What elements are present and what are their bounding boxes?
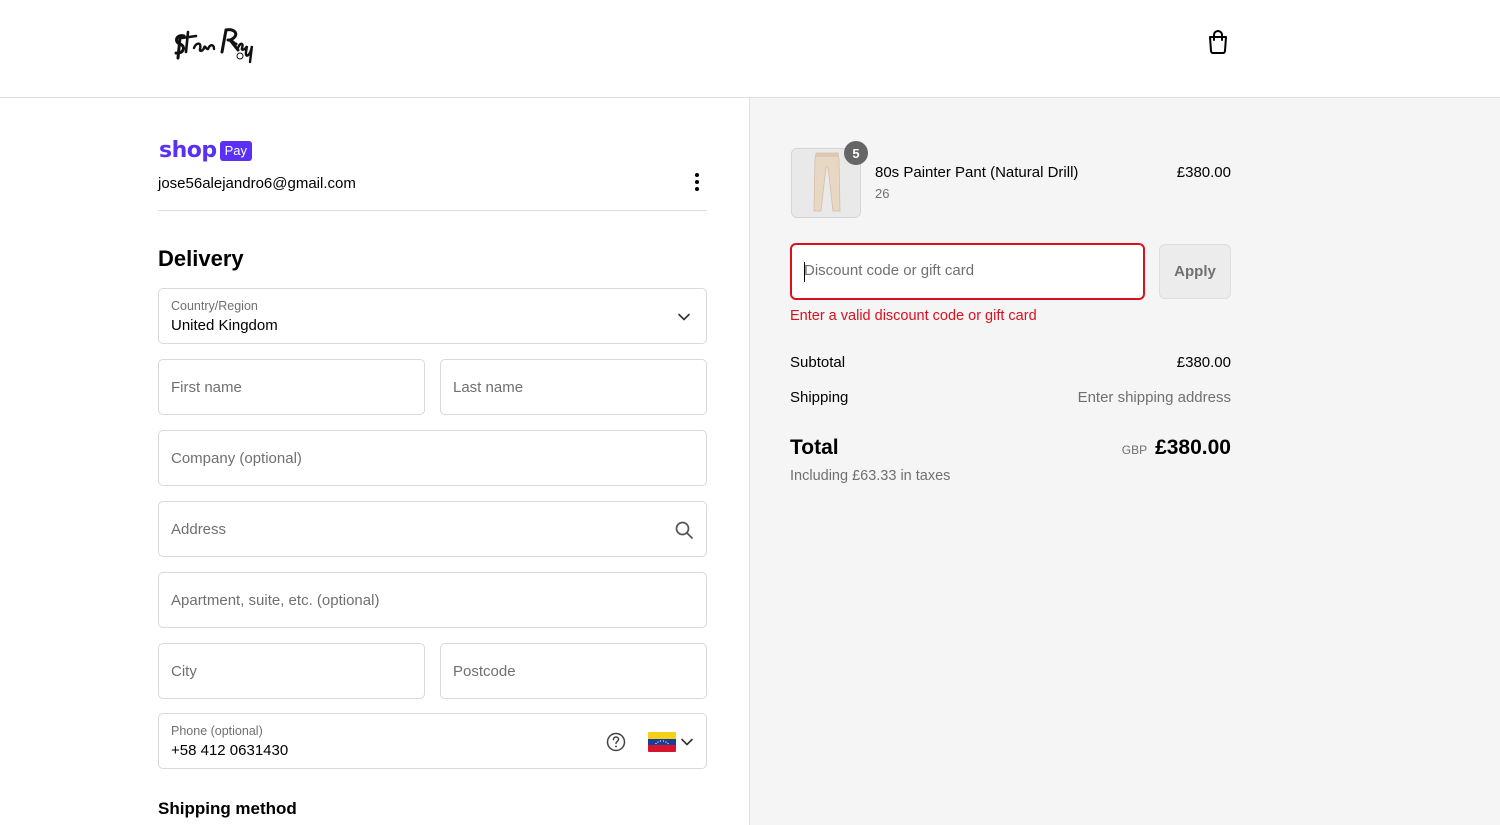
subtotal-value: £380.00: [1176, 354, 1231, 371]
discount-code-field[interactable]: [790, 243, 1145, 300]
account-email: jose56alejandro6@gmail.com: [158, 175, 356, 192]
cart-button[interactable]: [1203, 27, 1233, 57]
first-name-placeholder: First name: [171, 379, 242, 396]
city-placeholder: City: [171, 663, 197, 680]
address-placeholder: Address: [171, 521, 227, 538]
country-region-value: United Kingdom: [171, 317, 278, 334]
order-summary-panel: [749, 98, 1500, 825]
phone-field[interactable]: Phone (optional) +58 412 0631430: [158, 713, 707, 769]
total-amount: GBP £380.00: [1122, 436, 1231, 460]
shop-pay-badge: Pay: [219, 141, 253, 161]
product-variant: 26: [875, 186, 890, 201]
phone-label: Phone (optional): [171, 724, 263, 738]
first-name-field[interactable]: First name: [158, 359, 425, 415]
product-name: 80s Painter Pant (Natural Drill): [875, 164, 1079, 181]
apartment-field[interactable]: Apartment, suite, etc. (optional): [158, 572, 707, 628]
discount-error-message: Enter a valid discount code or gift card: [790, 308, 1037, 324]
currency-code: GBP: [1121, 443, 1148, 457]
last-name-placeholder: Last name: [453, 379, 524, 396]
chevron-down-icon[interactable]: [681, 738, 693, 746]
venezuela-flag-icon[interactable]: [648, 732, 676, 752]
discount-code-input[interactable]: [804, 262, 1124, 279]
company-placeholder: Company (optional): [171, 450, 302, 467]
country-region-label: Country/Region: [171, 299, 258, 313]
help-circle-icon[interactable]: [605, 731, 627, 753]
postcode-field[interactable]: Postcode: [440, 643, 707, 699]
product-price: £380.00: [1176, 164, 1231, 181]
total-value: £380.00: [1155, 436, 1231, 459]
country-region-select[interactable]: Country/Region United Kingdom: [158, 288, 707, 344]
city-field[interactable]: City: [158, 643, 425, 699]
apply-discount-button[interactable]: Apply: [1159, 244, 1231, 299]
total-label: Total: [790, 436, 839, 459]
divider: [158, 210, 707, 211]
stanray-logo[interactable]: [170, 22, 260, 64]
shopping-bag-icon: [1209, 30, 1227, 54]
search-icon: [675, 521, 693, 539]
shipping-label: Shipping: [790, 389, 849, 406]
shipping-method-heading: Shipping method: [158, 799, 297, 818]
text-caret: [804, 262, 805, 282]
shop-pay-logo: shop Pay: [159, 138, 253, 163]
taxes-note: Including £63.33 in taxes: [790, 468, 951, 484]
company-field[interactable]: Company (optional): [158, 430, 707, 486]
account-menu-button[interactable]: [686, 169, 708, 195]
phone-value: +58 412 0631430: [171, 742, 289, 759]
header: [0, 0, 1500, 98]
chevron-down-icon: [678, 313, 690, 321]
address-field[interactable]: Address: [158, 501, 707, 557]
delivery-heading: Delivery: [158, 246, 244, 271]
shop-pay-wordmark: shop: [159, 138, 217, 163]
postcode-placeholder: Postcode: [453, 663, 516, 680]
stanray-logo-mark: [174, 28, 254, 64]
shipping-value: Enter shipping address: [1077, 389, 1231, 406]
apartment-placeholder: Apartment, suite, etc. (optional): [171, 592, 380, 609]
quantity-badge: 5: [844, 141, 868, 165]
more-vertical-icon: [695, 173, 699, 177]
subtotal-label: Subtotal: [790, 354, 846, 371]
last-name-field[interactable]: Last name: [440, 359, 707, 415]
